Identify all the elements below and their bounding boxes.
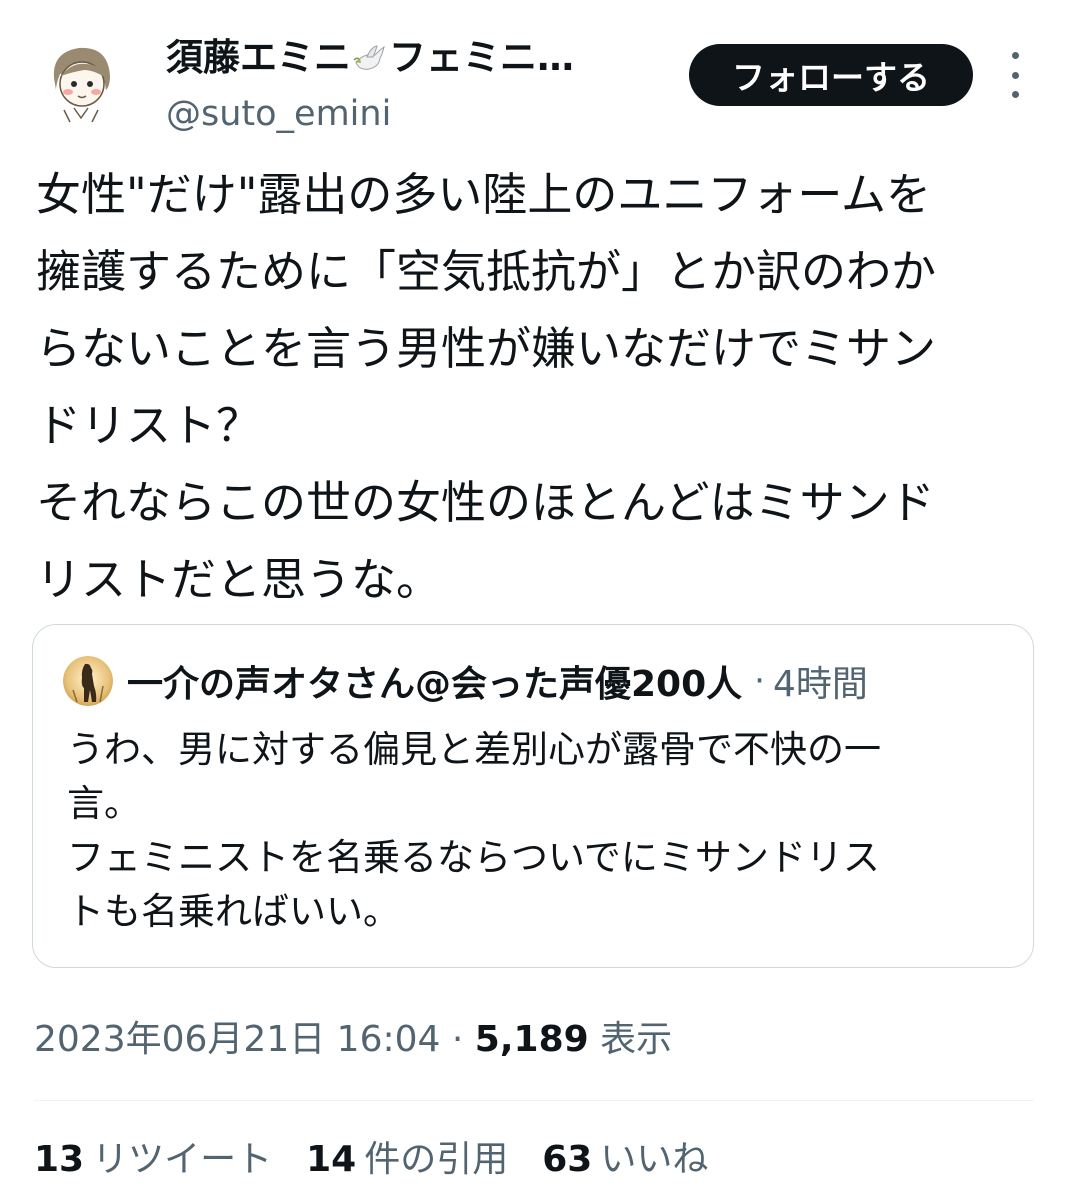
separator-dot: · (451, 1019, 464, 1060)
quoted-tweet-header: 一介の声オタさん@会った声優200人 · 4時間 (63, 655, 868, 707)
retweets-stat[interactable]: 13 リツイート (34, 1130, 272, 1182)
separator-dot: · (754, 661, 765, 701)
engagement-stats: 13 リツイート 14 件の引用 63 いいね (34, 1130, 708, 1182)
tweet-text-line: ドリスト？ (36, 399, 262, 452)
divider (34, 1100, 1034, 1101)
display-name-text: 須藤エミニ (166, 36, 351, 79)
retweets-label: リツイート (92, 1139, 273, 1180)
likes-stat[interactable]: 63 いいね (542, 1130, 708, 1182)
quoted-tweet-time[interactable]: 4時間 (773, 655, 868, 707)
tweet-datetime[interactable]: 2023年06月21日 16:04 (34, 1019, 440, 1060)
quoted-tweet-card[interactable]: 一介の声オタさん@会った声優200人 · 4時間 うわ、男に対する偏見と差別心が… (32, 624, 1034, 968)
quoted-text-line: トも名乗ればいい。 (67, 890, 400, 933)
silhouette-avatar-icon (63, 656, 113, 706)
more-dot (1011, 71, 1019, 79)
tweet-text-line: らないことを言う男性が嫌いなだけでミサン (36, 322, 937, 375)
author-info[interactable]: 須藤エミニ フェミニ… @suto_emini (166, 34, 646, 136)
author-avatar[interactable] (34, 34, 128, 128)
quotes-label: 件の引用 (364, 1139, 509, 1180)
tweet: 須藤エミニ フェミニ… @suto_emini フォローする 女性"だけ"露出の… (0, 0, 1067, 1200)
quotes-stat[interactable]: 14 件の引用 (306, 1130, 508, 1182)
likes-count: 63 (542, 1139, 593, 1180)
display-name-suffix: フェミニ… (389, 36, 574, 79)
more-dot (1011, 91, 1019, 98)
quoted-author-avatar[interactable] (63, 656, 113, 706)
tweet-text-line: リストだと思うな。 (36, 553, 442, 606)
tweet-text-line: 擁護するために「空気抵抗が」とか訳のわか (36, 245, 937, 298)
likes-label: いいね (600, 1139, 709, 1180)
retweets-count: 13 (34, 1139, 85, 1180)
quoted-text-line: 言。 (67, 782, 141, 825)
tweet-text-line: 女性"だけ"露出の多い陸上のユニフォームを (36, 168, 932, 221)
girl-avatar-icon (35, 35, 127, 127)
quoted-tweet-text: うわ、男に対する偏見と差別心が露骨で不快の一 言。 フェミニストを名乗るならつい… (67, 723, 1017, 939)
quoted-text-line: フェミニストを名乗るならついでにミサンドリス (67, 836, 880, 879)
quotes-count: 14 (306, 1139, 357, 1180)
tweet-text: 女性"だけ"露出の多い陸上のユニフォームを 擁護するために「空気抵抗が」とか訳の… (36, 156, 1031, 618)
tweet-meta: 2023年06月21日 16:04 · 5,189 表示 (34, 1010, 672, 1062)
author-handle[interactable]: @suto_emini (166, 92, 646, 136)
views-count: 5,189 (474, 1019, 589, 1060)
more-dot (1011, 52, 1019, 59)
tweet-text-line: それならこの世の女性のほとんどはミサンド (36, 476, 935, 529)
follow-button[interactable]: フォローする (689, 44, 973, 106)
dove-icon (353, 41, 387, 75)
quoted-text-line: うわ、男に対する偏見と差別心が露骨で不快の一 (67, 728, 881, 771)
quoted-author-name: 一介の声オタさん@会った声優200人 (127, 664, 743, 705)
more-vertical-icon[interactable] (1000, 52, 1030, 98)
display-name[interactable]: 須藤エミニ フェミニ… (166, 34, 646, 82)
views-label: 表示 (600, 1019, 673, 1060)
